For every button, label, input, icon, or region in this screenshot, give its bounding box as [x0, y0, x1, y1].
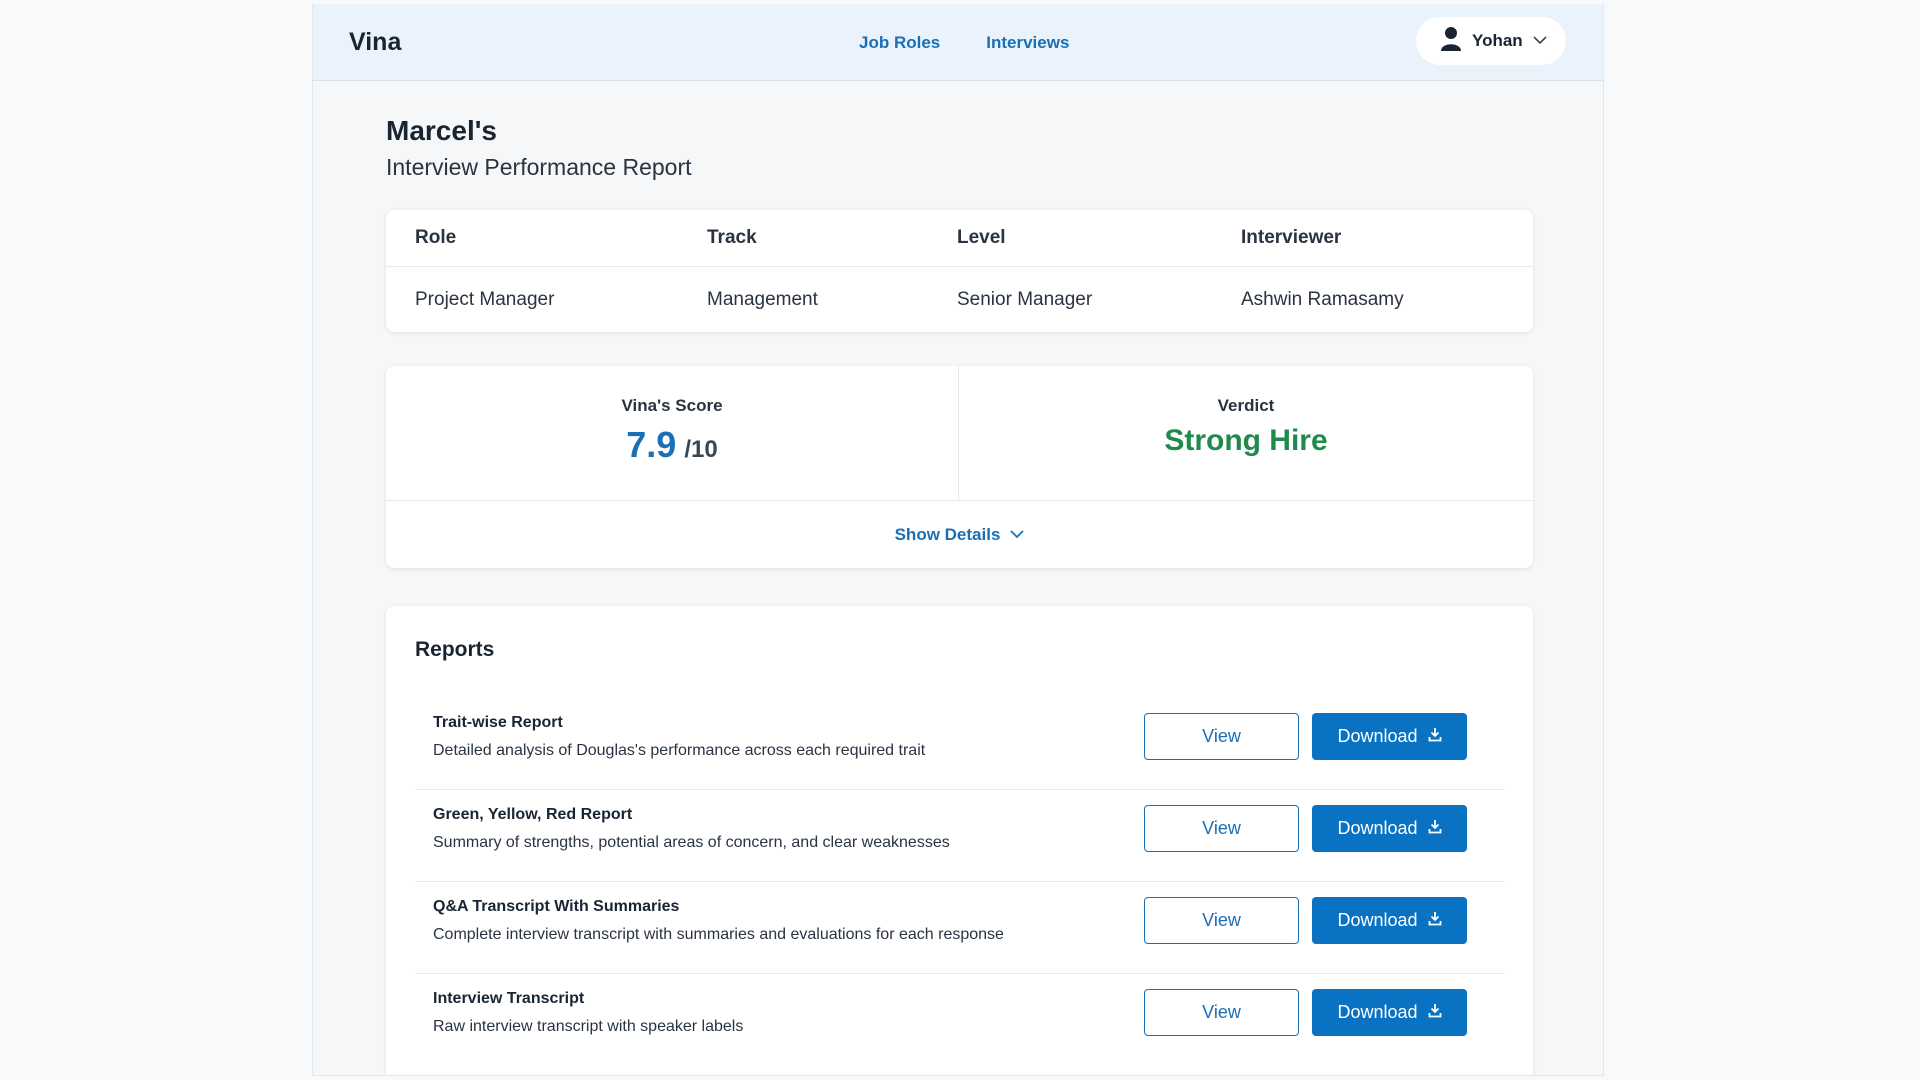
info-value-row: Project Manager Management Senior Manage…: [386, 267, 1533, 332]
download-icon: [1428, 818, 1442, 839]
candidate-name: Marcel's: [386, 115, 497, 146]
user-name: Yohan: [1472, 31, 1523, 50]
user-menu[interactable]: Yohan: [1416, 17, 1566, 65]
show-details-toggle[interactable]: Show Details: [386, 500, 1533, 568]
download-label: Download: [1337, 910, 1418, 930]
score-number: 7.9: [626, 424, 677, 465]
level-header: Level: [957, 227, 1006, 248]
level-value: Senior Manager: [957, 288, 1093, 310]
page-subtitle: Interview Performance Report: [386, 154, 692, 180]
report-description: Detailed analysis of Douglas's performan…: [433, 742, 926, 759]
download-icon: [1428, 910, 1442, 931]
report-title: Interview Transcript: [433, 990, 585, 1007]
download-button[interactable]: Download: [1312, 805, 1467, 852]
track-value: Management: [707, 288, 818, 310]
score-card: Vina's Score 7.9/10 Verdict Strong Hire …: [386, 366, 1533, 568]
view-button[interactable]: View: [1144, 713, 1299, 760]
role-header: Role: [415, 227, 457, 248]
show-details-label: Show Details: [894, 524, 1001, 544]
nav-job-roles[interactable]: Job Roles: [859, 33, 940, 53]
report-row: Trait-wise Report Detailed analysis of D…: [415, 698, 1505, 790]
report-row: Q&A Transcript With Summaries Complete i…: [415, 882, 1505, 974]
interview-info-card: Role Track Level Interviewer Project Man…: [386, 210, 1533, 332]
chevron-down-icon: [1010, 526, 1025, 544]
download-icon: [1428, 1002, 1442, 1023]
report-title: Q&A Transcript With Summaries: [433, 898, 680, 915]
user-icon: [1440, 26, 1462, 57]
info-header-row: Role Track Level Interviewer: [386, 210, 1533, 267]
download-button[interactable]: Download: [1312, 989, 1467, 1036]
download-label: Download: [1337, 726, 1418, 746]
report-title: Green, Yellow, Red Report: [433, 806, 633, 823]
track-header: Track: [707, 227, 757, 248]
score-out-of: /10: [684, 436, 718, 463]
download-button[interactable]: Download: [1312, 713, 1467, 760]
report-content: Marcel's Interview Performance Report Ro…: [386, 114, 1533, 1075]
nav-interviews[interactable]: Interviews: [986, 33, 1069, 53]
score-label: Vina's Score: [621, 396, 723, 415]
report-title: Trait-wise Report: [433, 714, 563, 731]
top-navbar: Vina Job Roles Interviews Yohan: [313, 4, 1603, 81]
score-value: 7.9/10: [386, 424, 958, 466]
view-button[interactable]: View: [1144, 805, 1299, 852]
main-nav: Job Roles Interviews: [859, 33, 1069, 53]
verdict-value: Strong Hire: [1164, 424, 1328, 457]
app-window: Vina Job Roles Interviews Yohan Marcel's…: [312, 4, 1604, 1076]
app-logo[interactable]: Vina: [349, 28, 401, 57]
score-section: Vina's Score 7.9/10: [386, 366, 959, 500]
reports-title: Reports: [415, 638, 495, 661]
view-button[interactable]: View: [1144, 897, 1299, 944]
report-description: Complete interview transcript with summa…: [433, 926, 1004, 943]
interviewer-value: Ashwin Ramasamy: [1241, 288, 1404, 310]
interviewer-header: Interviewer: [1241, 227, 1342, 248]
report-description: Raw interview transcript with speaker la…: [433, 1018, 744, 1035]
download-label: Download: [1337, 818, 1418, 838]
chevron-down-icon: [1533, 32, 1547, 50]
view-button[interactable]: View: [1144, 989, 1299, 1036]
download-icon: [1428, 726, 1442, 747]
verdict-label: Verdict: [1217, 396, 1275, 415]
download-button[interactable]: Download: [1312, 897, 1467, 944]
report-row: Interview Transcript Raw interview trans…: [415, 974, 1505, 1066]
download-label: Download: [1337, 1002, 1418, 1022]
reports-card: Reports Trait-wise Report Detailed analy…: [386, 606, 1533, 1075]
report-row: Green, Yellow, Red Report Summary of str…: [415, 790, 1505, 882]
role-value: Project Manager: [415, 288, 555, 310]
report-description: Summary of strengths, potential areas of…: [433, 834, 950, 851]
verdict-section: Verdict Strong Hire: [959, 366, 1533, 500]
